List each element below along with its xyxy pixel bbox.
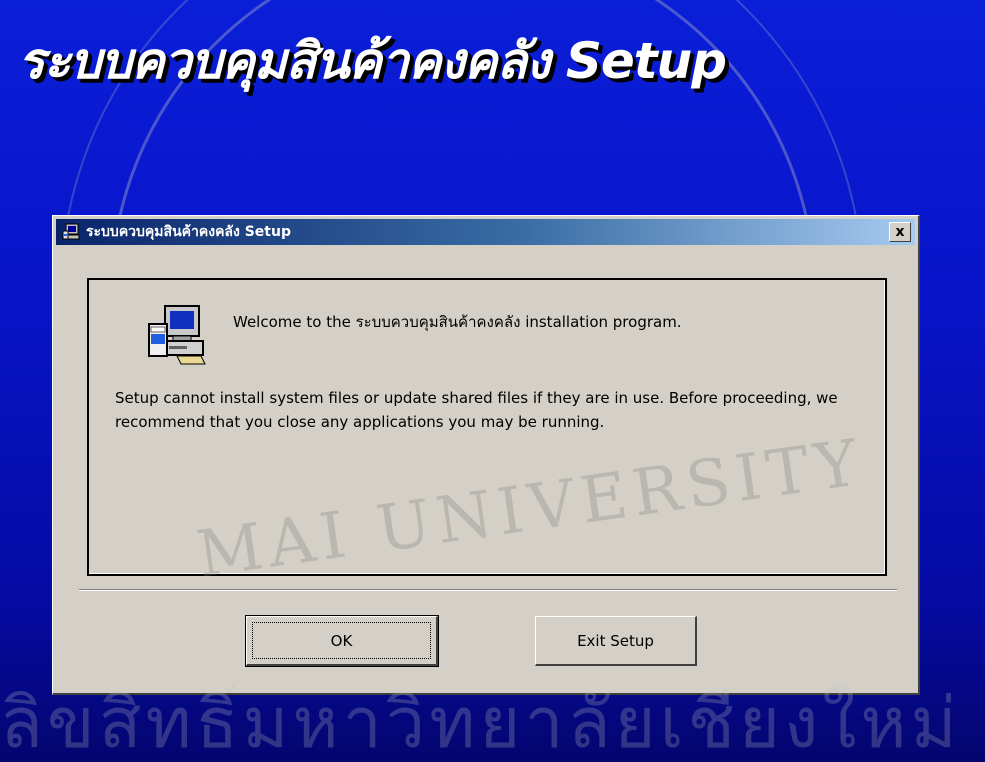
content-panel: Welcome to the ระบบควบคุมสินค้าคงคลัง in… [87,278,887,576]
exit-setup-button[interactable]: Exit Setup [535,616,697,666]
watermark-bottom-text: ลิขสิทธิ์มหาวิทยาลัยเชียงใหม่ [0,685,961,762]
banner-title: ระบบควบคุมสินค้าคงคลัง Setup [18,32,727,90]
focus-rect [252,622,431,659]
close-icon: x [895,224,905,240]
setup-computer-icon [62,222,82,242]
setup-computer-icon [143,300,211,366]
body-text: Setup cannot install system files or upd… [115,389,838,431]
exit-label: Exit Setup [577,631,654,650]
dialog-titlebar[interactable]: ระบบควบคุมสินค้าคงคลัง Setup x [56,219,915,245]
dialog-title: ระบบควบคุมสินค้าคงคลัง Setup [86,224,291,240]
welcome-text: Welcome to the ระบบควบคุมสินค้าคงคลัง in… [233,313,682,331]
setup-dialog: ระบบควบคุมสินค้าคงคลัง Setup x Welcome t… [52,215,920,695]
ok-button[interactable]: OK [245,615,439,667]
separator [79,589,897,591]
close-button[interactable]: x [889,222,911,242]
